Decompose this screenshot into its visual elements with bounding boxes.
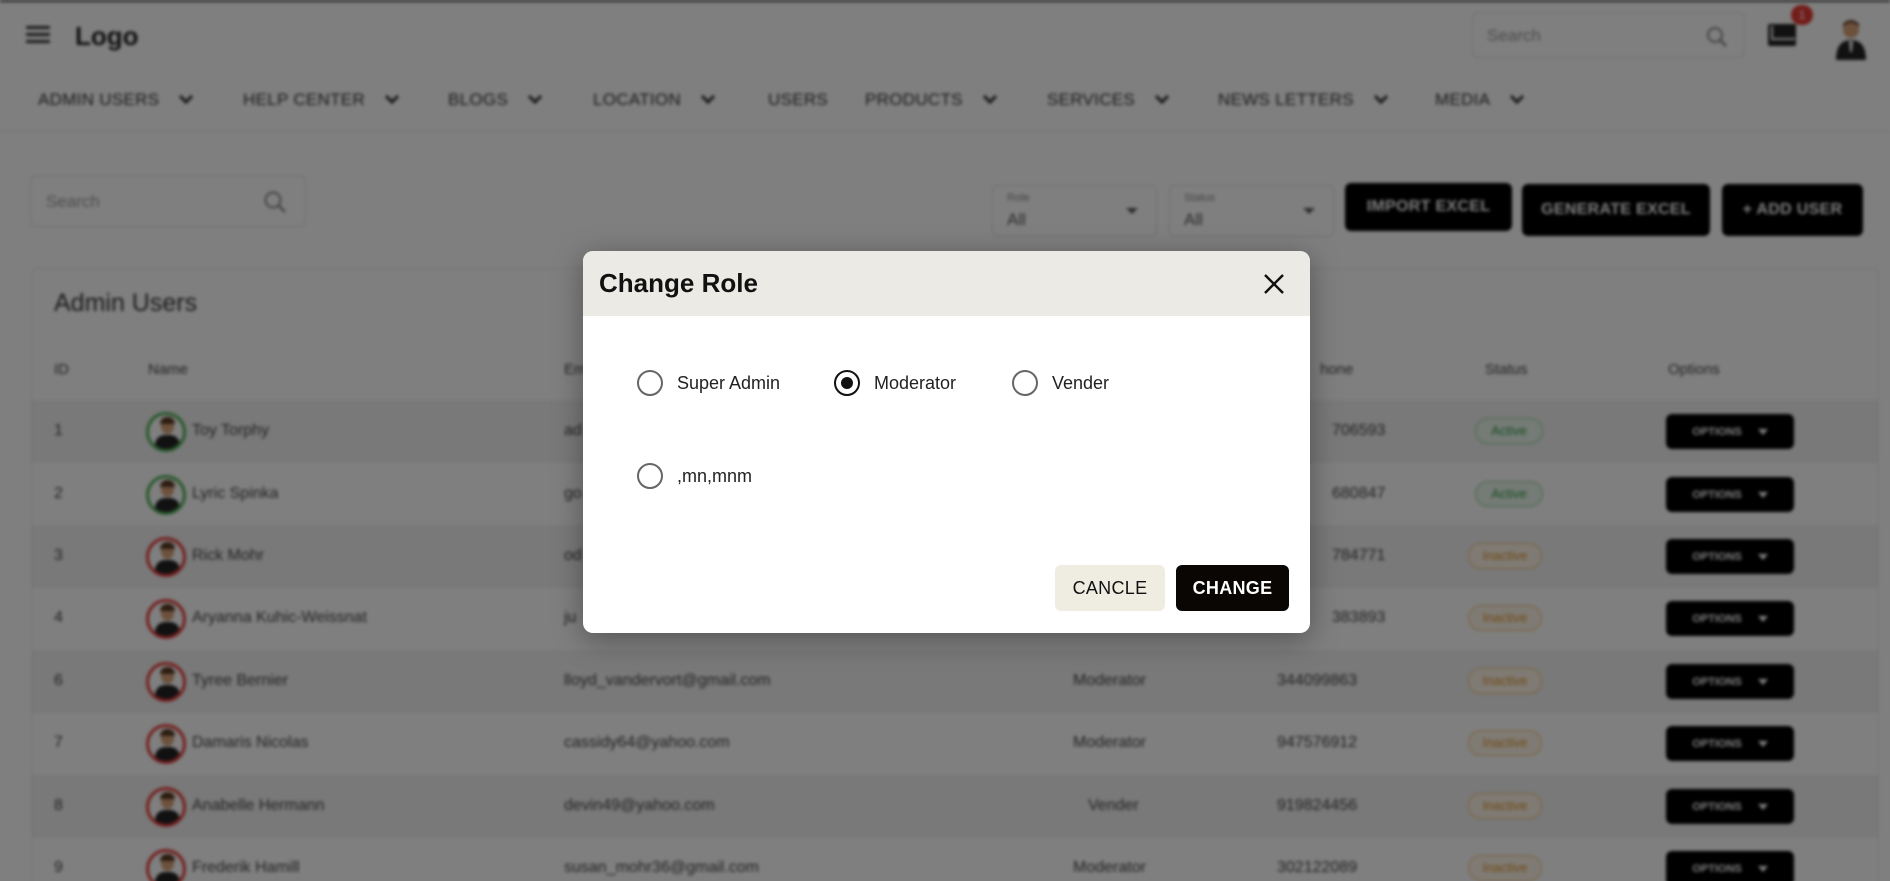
radio-circle[interactable]	[637, 463, 663, 489]
role-option-label: Vender	[1052, 372, 1110, 393]
role-option-label: ,mn,mnm	[677, 465, 753, 486]
dialog-header: Change Role	[583, 251, 1310, 316]
role-radio-moderator[interactable]: Moderator	[834, 370, 956, 396]
change-role-dialog: Change Role Super Admin Moderator Vender…	[583, 251, 1310, 633]
role-radio-vender[interactable]: Vender	[1012, 370, 1109, 396]
close-icon[interactable]	[1261, 271, 1287, 297]
role-radio-custom[interactable]: ,mn,mnm	[637, 463, 752, 489]
radio-circle[interactable]	[637, 370, 663, 396]
change-button[interactable]: CHANGE	[1176, 565, 1289, 611]
role-option-label: Moderator	[874, 372, 957, 393]
dialog-title: Change Role	[599, 268, 758, 298]
role-radio-super-admin[interactable]: Super Admin	[637, 370, 780, 396]
cancel-button[interactable]: CANCLE	[1055, 565, 1165, 611]
radio-circle[interactable]	[834, 370, 860, 396]
role-option-label: Super Admin	[677, 372, 781, 393]
radio-circle[interactable]	[1012, 370, 1038, 396]
